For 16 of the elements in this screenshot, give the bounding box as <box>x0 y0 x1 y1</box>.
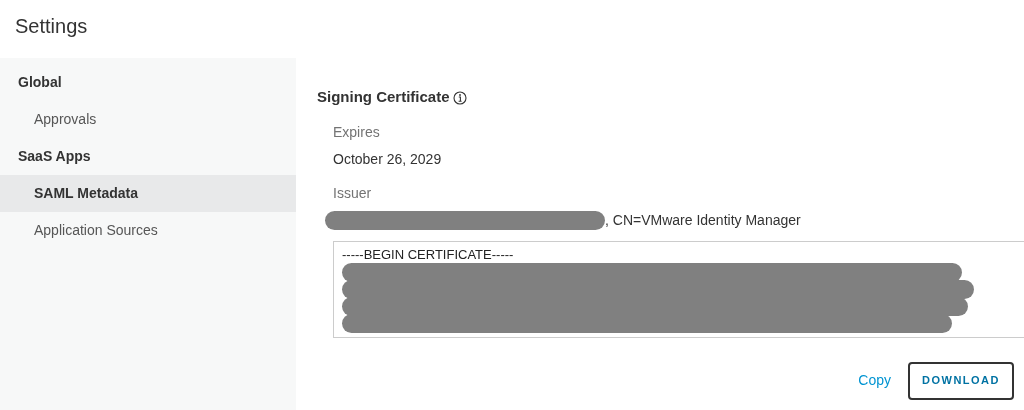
section-title: Signing Certificate <box>317 87 450 107</box>
download-button[interactable]: DOWNLOAD <box>908 361 1014 400</box>
field-label: Expires <box>333 122 381 142</box>
sidebar-section-header[interactable]: Global <box>0 64 296 101</box>
page-title: Settings <box>15 14 88 39</box>
field-label: Issuer <box>333 183 373 203</box>
copy-link[interactable]: Copy <box>858 370 891 391</box>
sidebar-item[interactable]: SAML Metadata <box>0 175 296 212</box>
certificate-text-area[interactable]: -----BEGIN CERTIFICATE----- <box>333 240 1024 338</box>
sidebar-item[interactable]: Application Sources <box>0 212 296 249</box>
certificate-header-text: -----BEGIN CERTIFICATE----- <box>342 246 515 262</box>
info-icon[interactable] <box>452 91 467 106</box>
field-value: , CN=VMware Identity Manager <box>605 210 801 230</box>
sidebar-item[interactable]: Approvals <box>0 101 296 138</box>
sidebar-section-header[interactable]: SaaS Apps <box>0 138 296 175</box>
field-value: October 26, 2029 <box>333 149 442 169</box>
